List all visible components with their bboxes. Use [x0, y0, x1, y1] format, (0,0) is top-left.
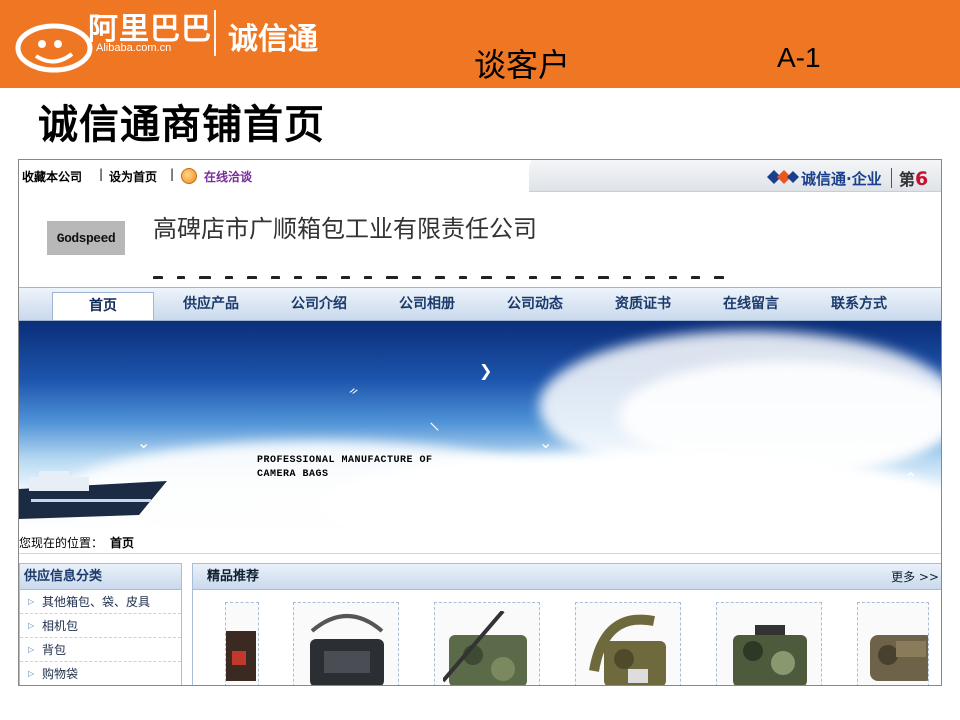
bookmark-company-link[interactable]: 收藏本公司 — [22, 168, 82, 185]
triangle-bullet-icon: ▷ — [28, 645, 35, 654]
nav-item-about[interactable]: 公司介绍 — [273, 288, 365, 320]
smiley-chat-icon[interactable] — [181, 168, 197, 184]
breadcrumb-current[interactable]: 首页 — [110, 532, 134, 554]
hero-banner: ❯ ᨀ ⸜ ⌄ ⌄ ⌄ ⌃ ⌃ PROFESSIONAL MANUFACTURE… — [19, 321, 941, 531]
seagull-icon: ❯ — [479, 361, 493, 380]
nav-item-products[interactable]: 供应产品 — [165, 288, 257, 320]
membership-year-badge: 第6 — [899, 168, 929, 190]
logo-divider — [214, 10, 216, 56]
triangle-bullet-icon: ▷ — [28, 669, 35, 678]
company-header: Godspeed 高碑店市广顺箱包工业有限责任公司 — [19, 193, 941, 287]
product-thumbnail[interactable] — [575, 602, 681, 685]
more-link[interactable]: 更多 >> — [891, 564, 939, 590]
sidebar-item-other-bags[interactable]: ▷ 其他箱包、袋、皮具 — [20, 590, 181, 614]
seagull-icon: ⌄ — [137, 433, 151, 452]
nav-item-messages[interactable]: 在线留言 — [705, 288, 797, 320]
product-thumbnail[interactable] — [225, 602, 259, 685]
product-thumbnail[interactable] — [716, 602, 822, 685]
chengxintong-enterprise-label: 诚信通·企业 — [801, 170, 882, 188]
slide-title: 谈客户 — [474, 46, 571, 84]
camera-bag-image — [226, 631, 256, 681]
company-logo: Godspeed — [47, 221, 125, 255]
sidebar-title: 供应信息分类 — [20, 564, 181, 590]
product-thumbnail[interactable] — [857, 602, 929, 685]
company-name: 高碑店市广顺箱包工业有限责任公司 — [153, 215, 537, 243]
store-nav: 首页 供应产品 公司介绍 公司相册 公司动态 资质证书 在线留言 联系方式 — [19, 287, 941, 321]
breadcrumb-label: 您现在的位置： — [19, 536, 104, 550]
chengxintong-diamond-icon — [767, 170, 799, 184]
product-thumbnail[interactable] — [434, 602, 540, 685]
page-heading: 诚信通商铺首页 — [38, 101, 325, 148]
camera-bag-image — [443, 611, 527, 685]
triangle-bullet-icon: ▷ — [28, 597, 35, 606]
ship-image — [19, 471, 167, 519]
sidebar-item-camera-bags[interactable]: ▷ 相机包 — [20, 614, 181, 638]
banner-slogan: PROFESSIONAL MANUFACTURE OF CAMERA BAGS — [257, 455, 433, 480]
store-screenshot: 收藏本公司 | 设为首页 | 在线洽谈 诚信通·企业 第6 Godspeed 高… — [18, 159, 942, 686]
seagull-icon: ⌃ — [854, 436, 868, 455]
breadcrumb: 您现在的位置： 首页 — [19, 532, 941, 554]
triangle-bullet-icon: ▷ — [28, 621, 35, 630]
nav-item-contact[interactable]: 联系方式 — [813, 288, 905, 320]
online-chat-link[interactable]: 在线洽谈 — [204, 168, 252, 185]
camera-bag-image — [870, 635, 928, 681]
seagull-icon: ⌃ — [904, 469, 918, 488]
seagull-icon: ⌄ — [719, 399, 730, 413]
nav-item-news[interactable]: 公司动态 — [489, 288, 581, 320]
store-topbar: 收藏本公司 | 设为首页 | 在线洽谈 诚信通·企业 第6 — [19, 160, 941, 192]
seagull-icon: ⌄ — [539, 433, 553, 452]
featured-header: 精品推荐 更多 >> — [193, 564, 941, 590]
seagull-icon: ⸜ — [429, 410, 441, 435]
product-thumbnail[interactable] — [293, 602, 399, 685]
slide-code: A-1 — [777, 42, 821, 73]
camera-bag-image — [310, 614, 384, 685]
garbled-text-row — [153, 269, 793, 279]
seagull-icon: ᨀ — [349, 383, 359, 397]
set-homepage-link[interactable]: 设为首页 — [109, 168, 157, 185]
sidebar-item-shopping-bags[interactable]: ▷ 购物袋 — [20, 662, 181, 685]
alibaba-en-logo-text: Alibaba.com.cn — [96, 42, 172, 54]
nav-item-home[interactable]: 首页 — [52, 292, 154, 320]
featured-products-panel: 精品推荐 更多 >> — [192, 563, 941, 685]
topbar-separator: | — [99, 167, 104, 181]
slide-header-bar: 阿里巴巴 Alibaba.com.cn 诚信通 谈客户 A-1 — [0, 0, 960, 88]
sidebar-item-backpacks[interactable]: ▷ 背包 — [20, 638, 181, 662]
nav-item-certificates[interactable]: 资质证书 — [597, 288, 689, 320]
camera-bag-image — [733, 625, 807, 685]
supply-category-sidebar: 供应信息分类 ▷ 其他箱包、袋、皮具 ▷ 相机包 ▷ 背包 ▷ 购物袋 — [19, 563, 182, 685]
slide: 阿里巴巴 Alibaba.com.cn 诚信通 谈客户 A-1 诚信通商铺首页 … — [0, 0, 960, 720]
featured-title: 精品推荐 — [207, 569, 260, 584]
topbar-separator: | — [170, 167, 175, 181]
alibaba-logo-icon — [15, 23, 93, 73]
nav-item-album[interactable]: 公司相册 — [381, 288, 473, 320]
brand-logo-text: 诚信通 — [228, 22, 318, 57]
camera-bag-image — [589, 614, 666, 685]
